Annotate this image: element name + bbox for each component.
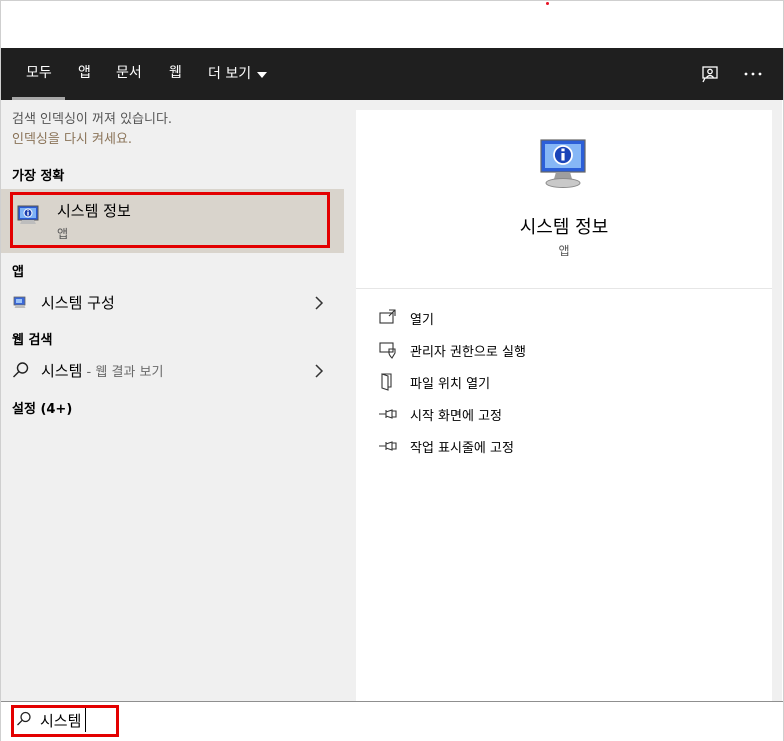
action-run-as-admin[interactable]: 관리자 권한으로 실행 bbox=[378, 340, 526, 360]
pin-icon bbox=[379, 409, 397, 419]
web-search-result[interactable]: 시스템 - 웹 결과 보기 bbox=[1, 354, 344, 386]
preview-pane: 시스템 정보 앱 열기 관리자 권한으로 실행 파일 위치 열기 시작 화면에 bbox=[344, 100, 782, 701]
tab-more[interactable]: 더 보기 bbox=[208, 48, 268, 100]
action-label: 열기 bbox=[410, 312, 434, 328]
file-location-icon bbox=[381, 373, 392, 391]
tab-web[interactable]: 웹 bbox=[169, 48, 182, 100]
web-search-heading: 웹 검색 bbox=[12, 333, 53, 348]
action-label: 관리자 권한으로 실행 bbox=[410, 344, 526, 360]
action-label: 시작 화면에 고정 bbox=[410, 408, 502, 424]
chevron-right-icon[interactable] bbox=[314, 295, 324, 310]
system-info-icon bbox=[15, 202, 41, 228]
search-input[interactable]: 시스템 bbox=[40, 710, 81, 731]
action-open[interactable]: 열기 bbox=[378, 308, 434, 328]
search-icon bbox=[16, 711, 32, 727]
pin-icon bbox=[379, 441, 397, 451]
apps-heading: 앱 bbox=[12, 265, 24, 280]
system-info-large-icon bbox=[538, 136, 590, 192]
app-result-title: 시스템 구성 bbox=[41, 294, 115, 312]
reenable-indexing-link[interactable]: 인덱싱을 다시 켜세요. bbox=[12, 130, 172, 150]
tab-apps[interactable]: 앱 bbox=[78, 48, 91, 100]
web-search-text: 시스템 - 웹 결과 보기 bbox=[41, 360, 163, 381]
status-dot bbox=[546, 2, 549, 5]
action-pin-to-start[interactable]: 시작 화면에 고정 bbox=[378, 404, 502, 424]
settings-heading[interactable]: 설정 (4+) bbox=[12, 398, 72, 417]
app-result-system-configuration[interactable]: 시스템 구성 bbox=[1, 286, 344, 318]
web-search-query: 시스템 bbox=[41, 362, 83, 380]
tab-documents[interactable]: 문서 bbox=[116, 48, 142, 100]
preview-card: 시스템 정보 앱 열기 관리자 권한으로 실행 파일 위치 열기 시작 화면에 bbox=[356, 110, 772, 701]
results-pane: 검색 인덱싱이 꺼져 있습니다. 인덱싱을 다시 켜세요. 가장 정확 시스템 … bbox=[1, 100, 344, 701]
more-options-icon[interactable] bbox=[741, 62, 765, 86]
feedback-icon[interactable] bbox=[698, 62, 722, 86]
action-open-file-location[interactable]: 파일 위치 열기 bbox=[378, 372, 490, 392]
best-match-subtitle: 앱 bbox=[57, 227, 69, 241]
best-match-title: 시스템 정보 bbox=[57, 202, 131, 220]
system-configuration-icon bbox=[13, 294, 27, 308]
preview-subtitle: 앱 bbox=[558, 244, 570, 258]
preview-title: 시스템 정보 bbox=[519, 217, 609, 238]
action-label: 작업 표시줄에 고정 bbox=[410, 440, 514, 456]
action-label: 파일 위치 열기 bbox=[410, 376, 491, 392]
tab-all[interactable]: 모두 bbox=[12, 48, 65, 100]
chevron-right-icon[interactable] bbox=[314, 363, 324, 378]
indexing-notice-text: 검색 인덱싱이 꺼져 있습니다. bbox=[12, 112, 173, 127]
shield-icon bbox=[379, 342, 396, 359]
web-search-suffix: - 웹 결과 보기 bbox=[82, 365, 164, 380]
action-pin-to-taskbar[interactable]: 작업 표시줄에 고정 bbox=[378, 436, 514, 456]
search-tabs-bar: 모두 앱 문서 웹 더 보기 bbox=[1, 48, 783, 100]
text-caret bbox=[85, 708, 86, 732]
indexing-notice: 검색 인덱싱이 꺼져 있습니다. 인덱싱을 다시 켜세요. bbox=[12, 110, 172, 150]
best-match-heading: 가장 정확 bbox=[12, 169, 65, 184]
divider bbox=[356, 288, 772, 289]
open-icon bbox=[379, 309, 396, 324]
search-icon bbox=[12, 361, 30, 379]
chevron-down-icon bbox=[257, 72, 268, 78]
